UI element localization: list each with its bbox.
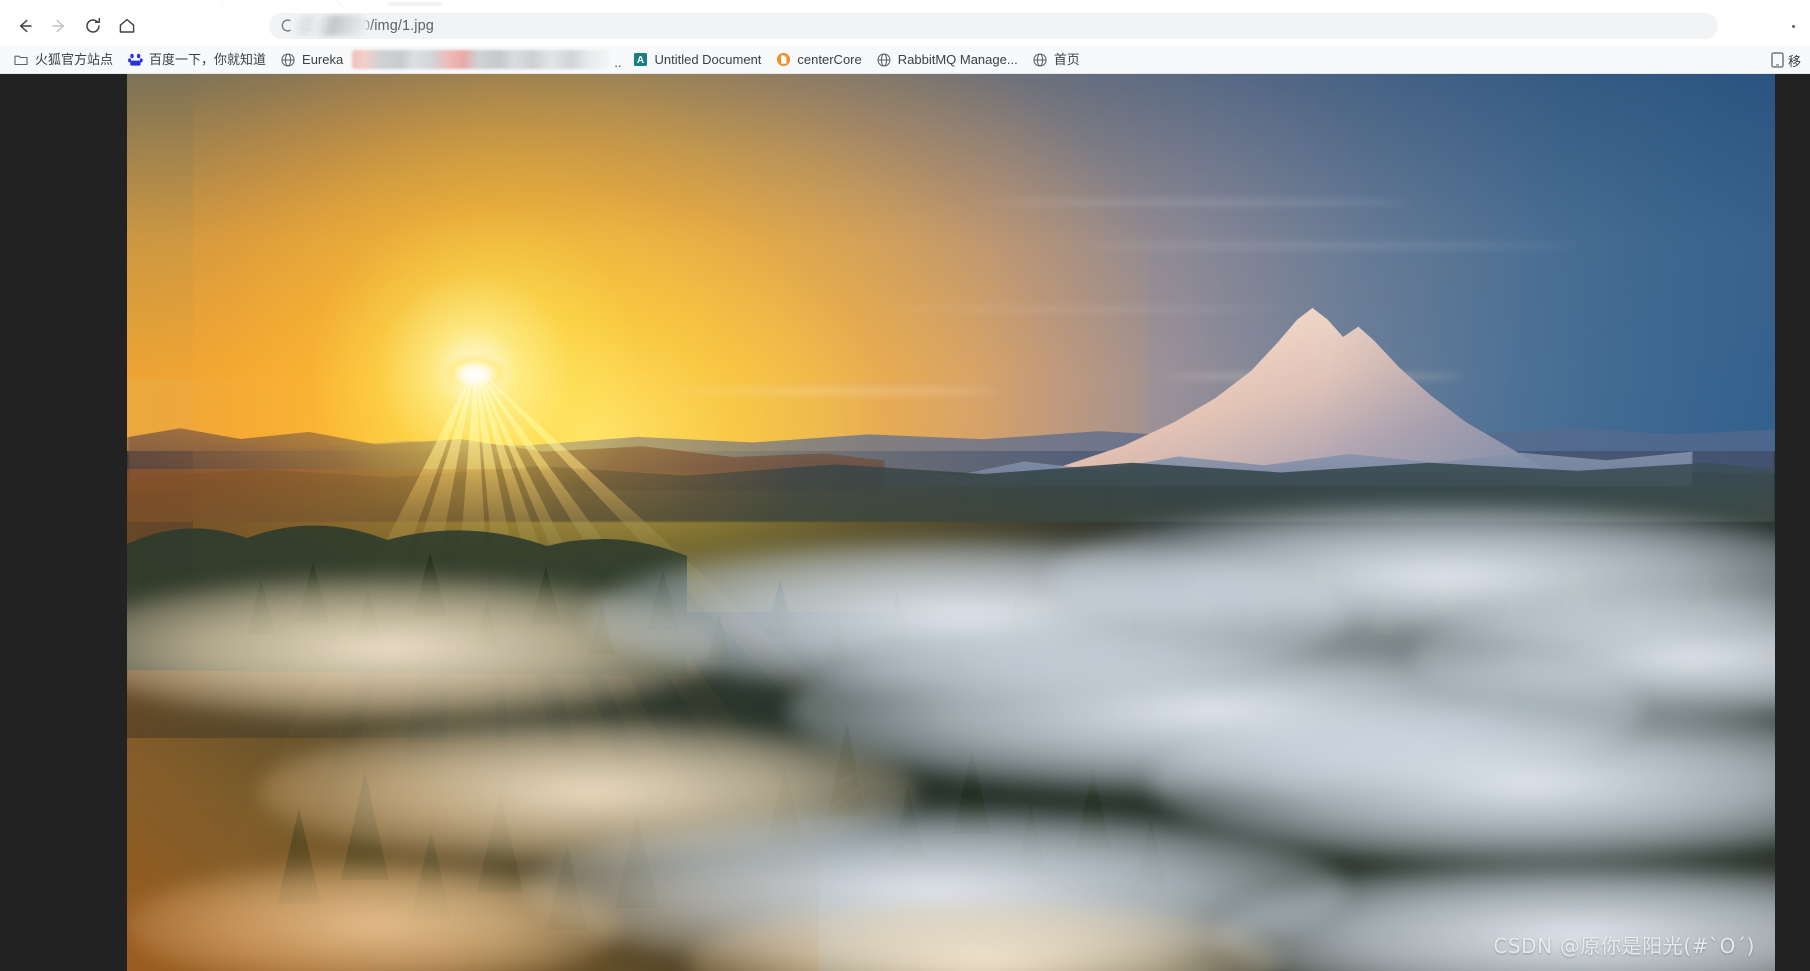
bookmark-redaction-blur (352, 50, 611, 69)
page-icon (775, 52, 791, 68)
bookmark-label: 火狐官方站点 (35, 52, 114, 67)
page-info-glyph (281, 18, 291, 32)
url-redaction-blur (292, 15, 369, 36)
globe-icon (1032, 52, 1048, 68)
menu-dot (1791, 24, 1795, 28)
browser-window: 41.91:8080/img/1.jpg 火狐官方站点 (0, 0, 1810, 971)
bookmark-untitled-document[interactable]: A Untitled Document (625, 49, 768, 71)
document-a-icon: A (632, 52, 648, 68)
bookmark-rabbitmq[interactable]: RabbitMQ Manage... (869, 49, 1025, 71)
bookmark-baidu[interactable]: 百度一下，你就知道 (120, 49, 273, 71)
forward-button[interactable] (42, 9, 76, 43)
back-arrow-icon (19, 19, 32, 33)
mobile-device-icon (1769, 52, 1785, 68)
reload-icon (86, 17, 101, 33)
omnibox-container: 41.91:8080/img/1.jpg (144, 13, 1802, 39)
bookmark-label: 百度一下，你就知道 (149, 52, 267, 67)
bookmarks-bar: 火狐官方站点 百度一下，你就知道 Eureka .. A Untitled Do… (0, 46, 1810, 74)
svg-text:A: A (637, 55, 644, 66)
folder-icon (13, 52, 29, 68)
bookmark-overflow-ellipsis: .. (614, 55, 622, 70)
forward-arrow-icon (52, 19, 65, 33)
home-icon (119, 18, 135, 33)
bookmark-homepage[interactable]: 首页 (1025, 49, 1087, 71)
image-viewer: CSDN @原你是阳光(#`O´) (0, 74, 1810, 971)
back-button[interactable] (8, 9, 42, 43)
bookmark-label: centerCore (797, 52, 862, 67)
reload-button[interactable] (76, 9, 110, 43)
baidu-icon (127, 52, 143, 68)
bookmark-eureka[interactable]: Eureka (273, 49, 350, 71)
browser-menu-button[interactable] (1780, 13, 1806, 39)
foreground-warm-glow (127, 737, 820, 971)
viewed-image[interactable]: CSDN @原你是阳光(#`O´) (127, 74, 1775, 971)
watermark-text: CSDN @原你是阳光(#`O´) (1493, 934, 1755, 958)
bookmark-label: 首页 (1053, 52, 1080, 67)
bookmarks-overflow-label: 移 (1788, 53, 1802, 69)
bookmark-firefox-site[interactable]: 火狐官方站点 (6, 49, 120, 71)
toolbar-actions (1780, 6, 1806, 46)
address-bar[interactable]: 41.91:8080/img/1.jpg (268, 13, 1718, 39)
bookmark-label: RabbitMQ Manage... (897, 52, 1018, 67)
home-button[interactable] (110, 9, 144, 43)
bookmark-label: Eureka (302, 52, 344, 67)
globe-icon (876, 52, 892, 68)
bookmark-label: Untitled Document (654, 52, 762, 67)
bookmarks-overflow[interactable]: 移 (1769, 46, 1808, 74)
globe-icon (280, 52, 296, 68)
bookmark-centercore[interactable]: centerCore (768, 49, 868, 71)
navigation-toolbar: 41.91:8080/img/1.jpg (0, 6, 1810, 46)
